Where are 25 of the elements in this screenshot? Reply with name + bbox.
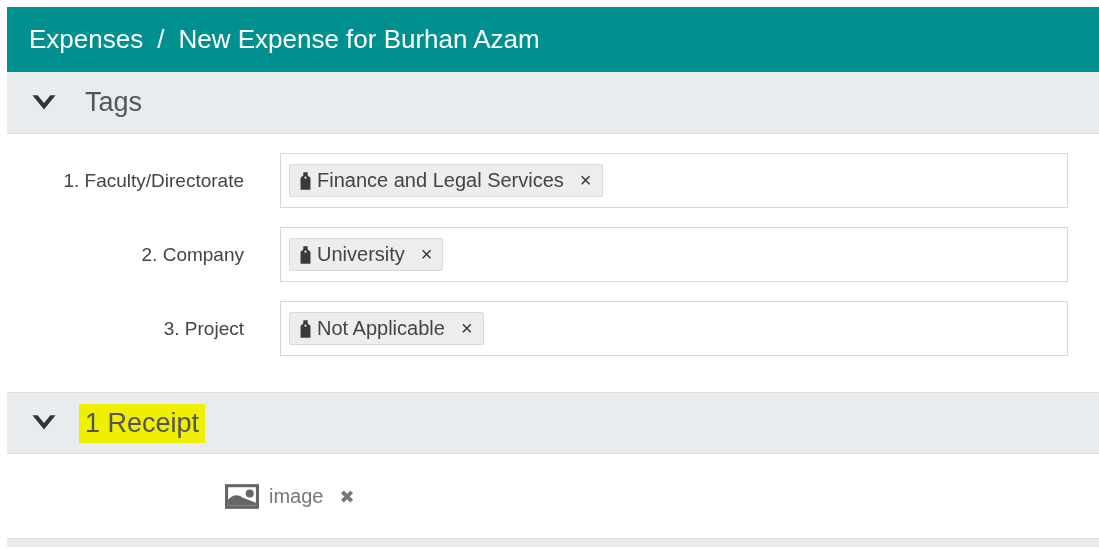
tag-input-field[interactable]: University ×	[280, 227, 1068, 282]
tag-input-field[interactable]: Not Applicable ×	[280, 301, 1068, 356]
remove-attachment-button[interactable]: ✖	[339, 485, 355, 507]
image-icon	[225, 483, 259, 509]
breadcrumb-separator: /	[157, 24, 165, 55]
section-title: Tags	[84, 86, 144, 119]
breadcrumb-item[interactable]: Expenses	[29, 24, 144, 55]
attachment-name[interactable]: image	[269, 484, 324, 508]
field-label: 2. Company	[140, 243, 244, 266]
remove-tag-button[interactable]: ×	[460, 317, 473, 340]
section-header[interactable]: Tags	[7, 72, 1099, 134]
tag-label: University	[317, 243, 405, 266]
breadcrumb-item: New Expense for Burhan Azam	[178, 24, 540, 55]
remove-tag-button[interactable]: ×	[579, 169, 592, 192]
tag-icon	[300, 319, 311, 338]
tag-icon	[300, 245, 311, 264]
tag-label: Finance and Legal Services	[317, 169, 564, 192]
field-label: 1. Faculty/Directorate	[62, 169, 244, 192]
field-label: 3. Project	[162, 317, 244, 340]
section-header[interactable]: 1 Receipt	[7, 392, 1099, 454]
remove-tag-button[interactable]: ×	[420, 243, 433, 266]
section-title: 1 Receipt	[79, 403, 206, 443]
tag-icon	[300, 171, 311, 190]
tag-label: Not Applicable	[317, 317, 445, 340]
tag-input-field[interactable]: Finance and Legal Services ×	[280, 153, 1068, 208]
